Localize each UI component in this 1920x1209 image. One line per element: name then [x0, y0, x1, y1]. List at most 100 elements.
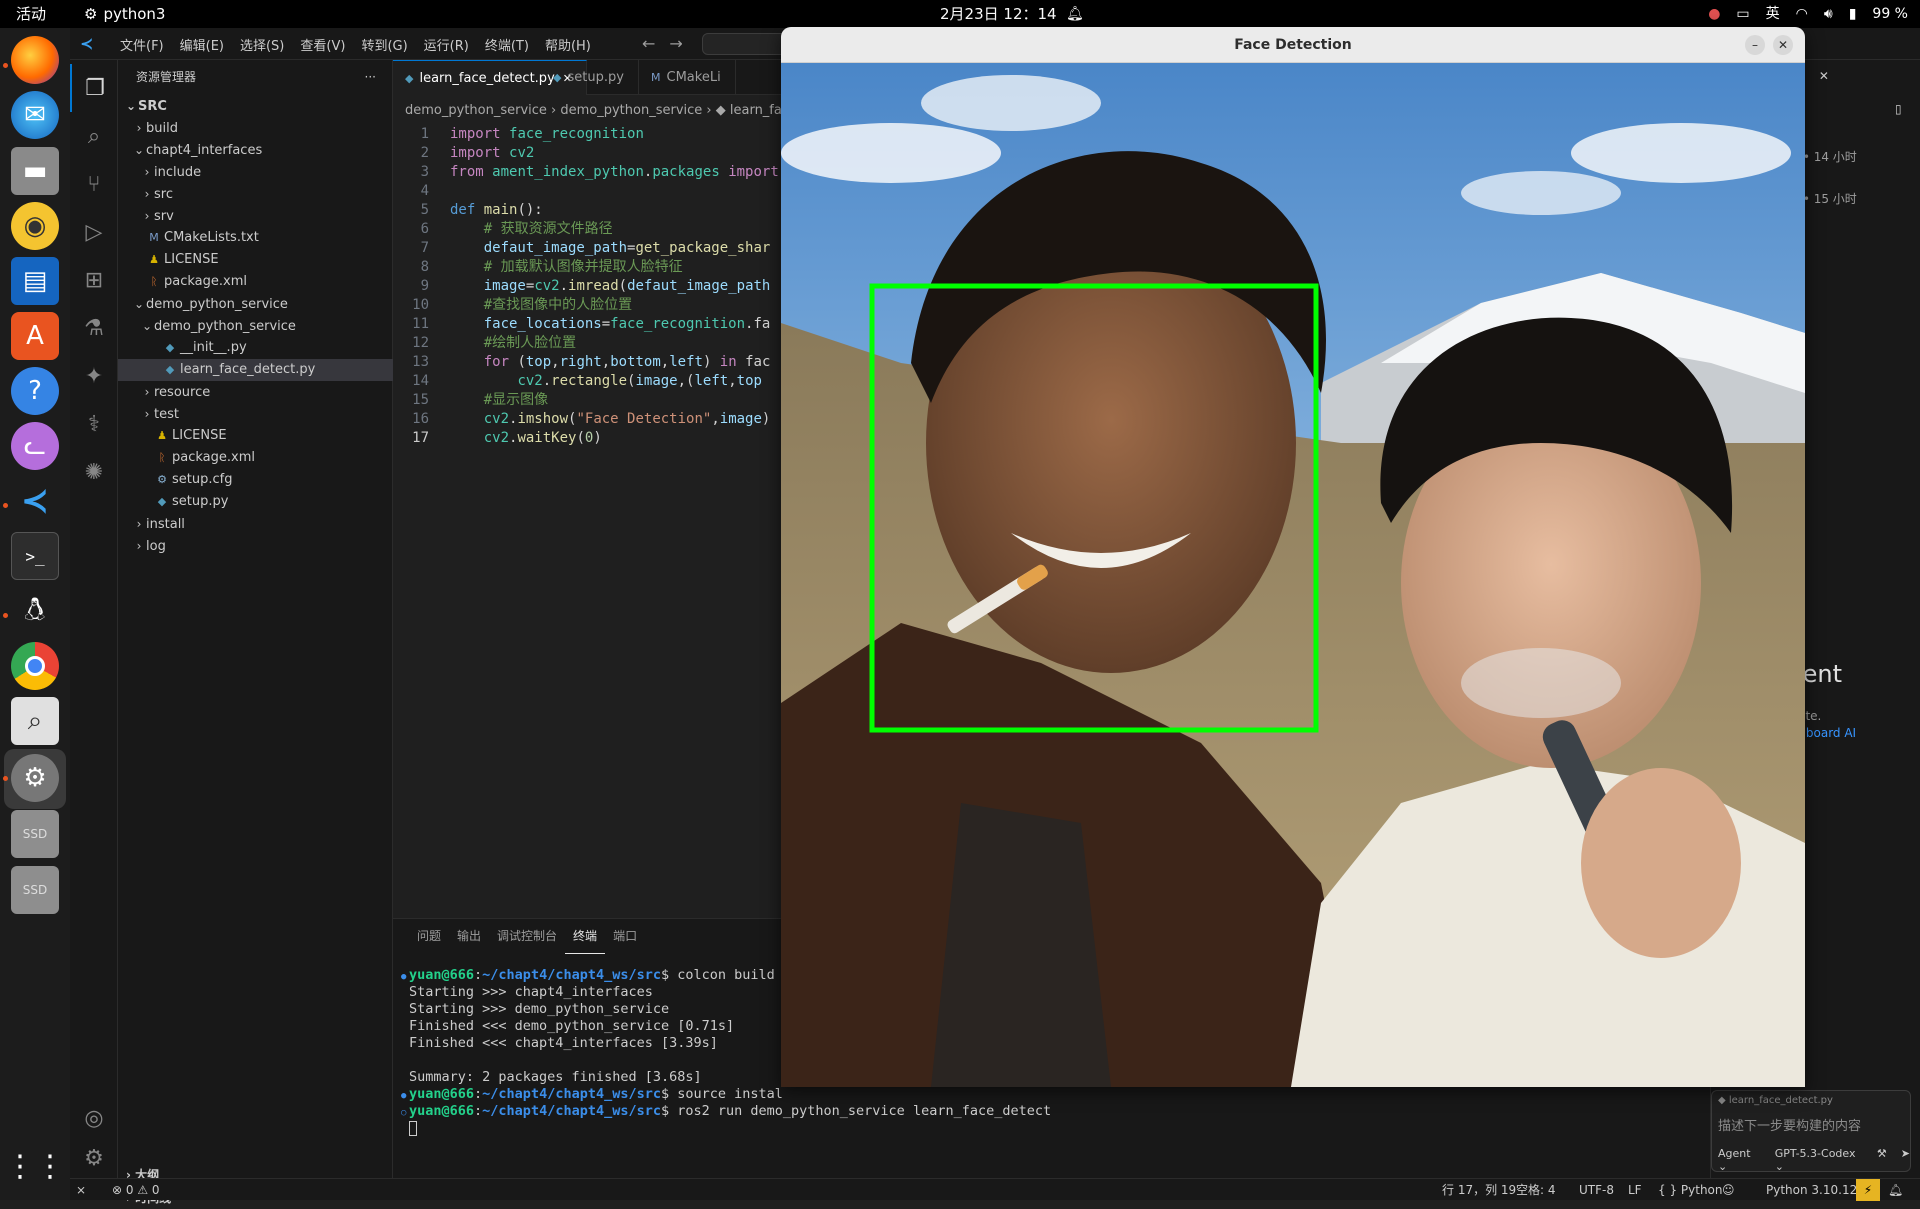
- battery-icon[interactable]: ▮: [1849, 0, 1857, 28]
- chrome-icon[interactable]: [11, 642, 59, 690]
- files-icon[interactable]: ▬: [11, 147, 59, 195]
- terminal-icon[interactable]: >_: [11, 532, 59, 580]
- chatgpt-icon[interactable]: ✺: [70, 448, 118, 496]
- app-center-icon[interactable]: A: [11, 312, 59, 360]
- tree-file[interactable]: M CMakeLists.txt: [118, 227, 393, 249]
- manage-gear-icon[interactable]: ⚙: [70, 1134, 118, 1182]
- code-line[interactable]: 16 cv2.imshow("Face Detection",image): [393, 410, 770, 429]
- explorer-icon[interactable]: ❐: [70, 64, 118, 112]
- tree-folder[interactable]: ⌄ chapt4_interfaces: [118, 139, 393, 161]
- settings-icon[interactable]: ⚙: [11, 754, 59, 802]
- tree-folder[interactable]: › resource: [118, 381, 393, 403]
- code-line[interactable]: 6 # 获取资源文件路径: [393, 220, 723, 239]
- python-interpreter[interactable]: Python 3.10.12: [1766, 1179, 1857, 1201]
- end-of-line[interactable]: LF: [1628, 1179, 1642, 1201]
- firefox-icon[interactable]: [11, 36, 59, 84]
- python-icon[interactable]: ⚕: [70, 400, 118, 448]
- tree-file[interactable]: ♟ LICENSE: [118, 249, 393, 271]
- search-icon[interactable]: ⌕: [70, 112, 118, 160]
- context-chip[interactable]: ◆ learn_face_detect.py: [1718, 1095, 1833, 1106]
- code-line[interactable]: 2 import cv2: [393, 144, 723, 163]
- code-line[interactable]: 15 #显示图像: [393, 391, 723, 410]
- breadcrumb[interactable]: demo_python_service › demo_python_servic…: [405, 103, 797, 118]
- code-line[interactable]: 13 for (top,right,bottom,left) in fac: [393, 353, 770, 372]
- back-arrow-icon[interactable]: ←: [642, 34, 655, 53]
- tree-file[interactable]: ◆ __init__.py: [118, 337, 393, 359]
- encoding[interactable]: UTF-8: [1579, 1179, 1614, 1201]
- wifi-icon[interactable]: ◠: [1796, 0, 1808, 28]
- code-line[interactable]: 10 #查找图像中的人脸位置: [393, 296, 723, 315]
- code-line[interactable]: 5 def main():: [393, 201, 723, 220]
- tree-file[interactable]: ᚱ package.xml: [118, 447, 393, 469]
- cat-app-icon[interactable]: ᓚ: [11, 422, 59, 470]
- close-icon[interactable]: ✕: [1819, 69, 1829, 83]
- testing-flask-icon[interactable]: ⚗: [70, 304, 118, 352]
- chat-input[interactable]: 描述下一步要构建的内容: [1718, 1115, 1861, 1134]
- menu-item[interactable]: 运行(R): [416, 35, 477, 54]
- face-window-titlebar[interactable]: Face Detection – ✕: [781, 27, 1805, 63]
- editor-tab[interactable]: M CMakeLi: [639, 60, 736, 95]
- code-line[interactable]: 11 face_locations=face_recognition.fa: [393, 315, 770, 334]
- code-line[interactable]: 7 defaut_image_path=get_package_shar: [393, 239, 771, 258]
- show-apps-grid-icon[interactable]: ⋮⋮: [5, 1142, 65, 1190]
- tree-folder[interactable]: ⌄ demo_python_service: [118, 293, 393, 315]
- code-line[interactable]: 12 #绘制人脸位置: [393, 334, 723, 353]
- ssd-drive-icon[interactable]: SSD: [11, 810, 59, 858]
- code-line[interactable]: 17 cv2.waitKey(0): [393, 429, 723, 448]
- tree-file[interactable]: ◆ setup.py: [118, 491, 393, 513]
- tree-folder[interactable]: › src: [118, 183, 393, 205]
- run-debug-icon[interactable]: ▷: [70, 208, 118, 256]
- forward-arrow-icon[interactable]: →: [669, 34, 682, 53]
- ssd-drive-icon[interactable]: SSD: [11, 866, 59, 914]
- menu-item[interactable]: 选择(S): [232, 35, 292, 54]
- menu-item[interactable]: 文件(F): [112, 35, 172, 54]
- tree-file[interactable]: ⚙ setup.cfg: [118, 469, 393, 491]
- copilot-icon[interactable]: ☺: [1722, 1179, 1735, 1201]
- tree-file[interactable]: ᚱ package.xml: [118, 271, 393, 293]
- libreoffice-writer-icon[interactable]: ▤: [11, 257, 59, 305]
- panel-tab[interactable]: 端口: [605, 919, 645, 954]
- tree-folder[interactable]: ⌄ SRC: [118, 95, 393, 117]
- panel-tab[interactable]: 问题: [409, 919, 449, 954]
- clock[interactable]: 2月23日 12：14: [940, 0, 1057, 28]
- code-line[interactable]: 8 # 加载默认图像并提取人脸特征: [393, 258, 723, 277]
- panel-tab[interactable]: 输出: [449, 919, 489, 954]
- tools-icon[interactable]: ⚒: [1877, 1147, 1887, 1173]
- bell-icon[interactable]: 🔔︎: [1888, 1179, 1903, 1201]
- close-button[interactable]: ✕: [1773, 35, 1793, 55]
- tray-app-icon[interactable]: ●: [1708, 0, 1720, 28]
- more-actions-icon[interactable]: ···: [365, 60, 376, 95]
- system-tray[interactable]: ● ▭ 英 ◠ 🔊︎ ▮ 99 %: [1708, 0, 1908, 28]
- menu-item[interactable]: 编辑(E): [172, 35, 232, 54]
- model-select[interactable]: GPT-5.3-Codex ⌄: [1775, 1147, 1863, 1173]
- send-icon[interactable]: ➤: [1901, 1147, 1910, 1173]
- qq-penguin-icon[interactable]: 🐧︎: [11, 587, 59, 635]
- sparkle-icon[interactable]: ✦: [70, 352, 118, 400]
- tree-folder[interactable]: › srv: [118, 205, 393, 227]
- notification-warning-icon[interactable]: ⚡: [1856, 1179, 1880, 1201]
- code-line[interactable]: 1 import face_recognition: [393, 125, 723, 144]
- image-viewer-icon[interactable]: ⌕: [11, 697, 59, 745]
- app-menu[interactable]: ⚙ python3: [84, 0, 165, 28]
- language-mode[interactable]: { } Python: [1658, 1179, 1723, 1201]
- tree-folder[interactable]: › log: [118, 535, 393, 557]
- help-icon[interactable]: ?: [11, 367, 59, 415]
- chat-input-box[interactable]: ◆ learn_face_detect.py 描述下一步要构建的内容 Agent…: [1711, 1090, 1911, 1173]
- volume-icon[interactable]: 🔊︎: [1824, 0, 1833, 28]
- input-method-label[interactable]: 英: [1766, 0, 1780, 28]
- vscode-icon[interactable]: ≺: [11, 477, 59, 525]
- problems-count[interactable]: ⊗ 0 ⚠ 0: [112, 1179, 160, 1201]
- sidebar-toggle-icon[interactable]: ▯: [1895, 102, 1902, 116]
- extensions-icon[interactable]: ⊞: [70, 256, 118, 304]
- tree-folder[interactable]: › test: [118, 403, 393, 425]
- keyboard-icon[interactable]: ▭: [1736, 0, 1749, 28]
- tree-file[interactable]: ♟ LICENSE: [118, 425, 393, 447]
- menu-item[interactable]: 查看(V): [292, 35, 353, 54]
- code-line[interactable]: 9 image=cv2.imread(defaut_image_path: [393, 277, 771, 296]
- menu-item[interactable]: 终端(T): [477, 35, 537, 54]
- panel-tab[interactable]: 终端: [565, 919, 606, 954]
- menu-item[interactable]: 帮助(H): [537, 35, 599, 54]
- menu-item[interactable]: 转到(G): [353, 35, 415, 54]
- tree-file[interactable]: ◆ learn_face_detect.py: [118, 359, 393, 381]
- tree-folder[interactable]: › install: [118, 513, 393, 535]
